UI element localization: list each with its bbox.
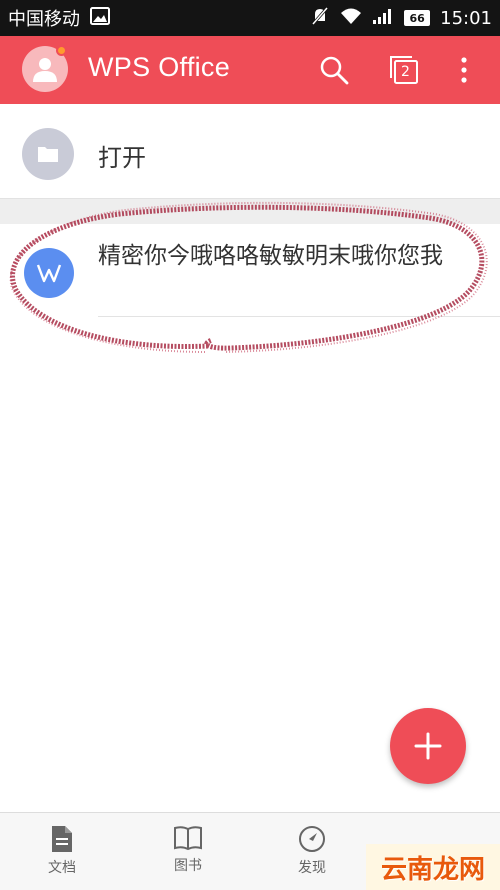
nav-label-books: 图书 xyxy=(174,858,202,874)
nav-label-documents: 文档 xyxy=(48,860,76,876)
battery-icon: 66 xyxy=(404,10,431,26)
nav-item-books[interactable]: 图书 xyxy=(148,825,228,875)
mute-icon xyxy=(310,6,330,31)
compass-icon xyxy=(299,826,325,852)
new-document-fab[interactable] xyxy=(390,708,466,784)
clock-time: 15:01 xyxy=(440,7,492,29)
doc-row-divider xyxy=(98,316,500,317)
more-vertical-icon[interactable] xyxy=(444,50,484,90)
search-icon[interactable] xyxy=(314,50,354,90)
plus-icon xyxy=(414,732,442,760)
carrier-label: 中国移动 xyxy=(8,9,80,30)
tab-count: 2 xyxy=(401,63,410,80)
status-left: 中国移动 xyxy=(8,5,110,31)
open-file-row[interactable]: 打开 xyxy=(0,104,500,198)
doc-title: 精密你今哦咯咯敏敏明末哦你您我 xyxy=(98,243,443,269)
nav-label-discover: 发现 xyxy=(298,860,326,876)
folder-icon xyxy=(22,128,74,180)
document-icon xyxy=(52,826,72,852)
recent-doc-row[interactable]: 精密你今哦咯咯敏敏明末哦你您我 xyxy=(0,224,500,318)
signal-icon xyxy=(372,7,394,30)
wps-writer-icon xyxy=(24,248,74,298)
watermark-logo: 云南龙网 xyxy=(366,844,500,890)
status-bar: 中国移动 66 15:01 xyxy=(0,0,500,36)
notification-dot xyxy=(56,45,67,56)
book-icon xyxy=(174,826,202,851)
nav-item-documents[interactable]: 文档 xyxy=(22,825,102,877)
app-title: WPS Office xyxy=(88,52,231,82)
tabs-icon[interactable]: 2 xyxy=(384,50,424,90)
wifi-icon xyxy=(340,7,362,30)
section-divider xyxy=(0,198,500,224)
open-label: 打开 xyxy=(98,144,146,172)
image-icon xyxy=(90,6,110,30)
nav-item-discover[interactable]: 发现 xyxy=(272,825,352,877)
status-right: 66 15:01 xyxy=(310,6,492,31)
app-header: WPS Office 2 xyxy=(0,36,500,104)
